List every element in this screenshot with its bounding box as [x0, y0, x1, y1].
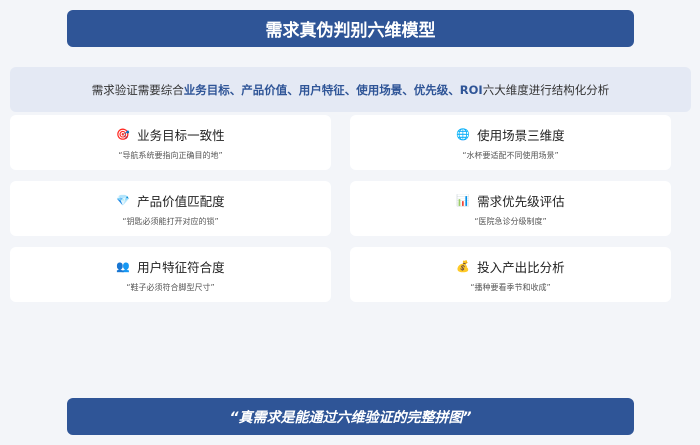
card-title-row: 👥 用户特征符合度 — [116, 257, 224, 276]
globe-icon: 🌐 — [456, 127, 471, 141]
card-priority: 📊 需求优先级评估 “医院急诊分级制度” — [350, 181, 671, 236]
card-title: 需求优先级评估 — [477, 193, 565, 209]
card-title: 产品价值匹配度 — [137, 193, 225, 209]
card-title-row: 🌐 使用场景三维度 — [456, 125, 564, 144]
intro-banner: 需求验证需要综合 业务目标、产品价值、用户特征、使用场景、优先级、ROI 六大维… — [10, 67, 691, 112]
card-title-row: 💰 投入产出比分析 — [456, 257, 564, 276]
gem-icon: 💎 — [116, 193, 131, 207]
card-desc: “鞋子必须符合脚型尺寸” — [126, 282, 215, 292]
card-title-row: 📊 需求优先级评估 — [456, 191, 564, 210]
card-title: 业务目标一致性 — [137, 127, 225, 143]
bar-chart-icon: 📊 — [456, 193, 471, 207]
card-title-row: 💎 产品价值匹配度 — [116, 191, 224, 210]
target-icon: 🎯 — [116, 127, 131, 141]
intro-prefix: 需求验证需要综合 — [91, 82, 184, 97]
intro-suffix: 六大维度进行结构化分析 — [482, 82, 610, 97]
card-desc: “医院急诊分级制度” — [474, 216, 547, 226]
card-desc: “钥匙必须能打开对应的锁” — [122, 216, 219, 226]
card-desc: “水杯要适配不同使用场景” — [462, 150, 559, 160]
card-title: 使用场景三维度 — [477, 127, 565, 143]
money-bag-icon: 💰 — [456, 259, 471, 273]
footer-quote: “真需求是能通过六维验证的完整拼图” — [67, 398, 634, 435]
card-desc: “导航系统要指向正确目的地” — [118, 150, 223, 160]
intro-highlight: 业务目标、产品价值、用户特征、使用场景、优先级、ROI — [183, 82, 483, 97]
card-product-value: 💎 产品价值匹配度 “钥匙必须能打开对应的锁” — [10, 181, 331, 236]
users-icon: 👥 — [116, 259, 131, 273]
card-title: 用户特征符合度 — [137, 259, 225, 275]
card-title-row: 🎯 业务目标一致性 — [116, 125, 224, 144]
card-roi: 💰 投入产出比分析 “播种要看季节和收成” — [350, 247, 671, 302]
page-title: 需求真伪判别六维模型 — [67, 10, 634, 47]
card-title: 投入产出比分析 — [477, 259, 565, 275]
card-usage-scenario: 🌐 使用场景三维度 “水杯要适配不同使用场景” — [350, 115, 671, 170]
card-business-goal: 🎯 业务目标一致性 “导航系统要指向正确目的地” — [10, 115, 331, 170]
card-user-profile: 👥 用户特征符合度 “鞋子必须符合脚型尺寸” — [10, 247, 331, 302]
card-desc: “播种要看季节和收成” — [470, 282, 551, 292]
